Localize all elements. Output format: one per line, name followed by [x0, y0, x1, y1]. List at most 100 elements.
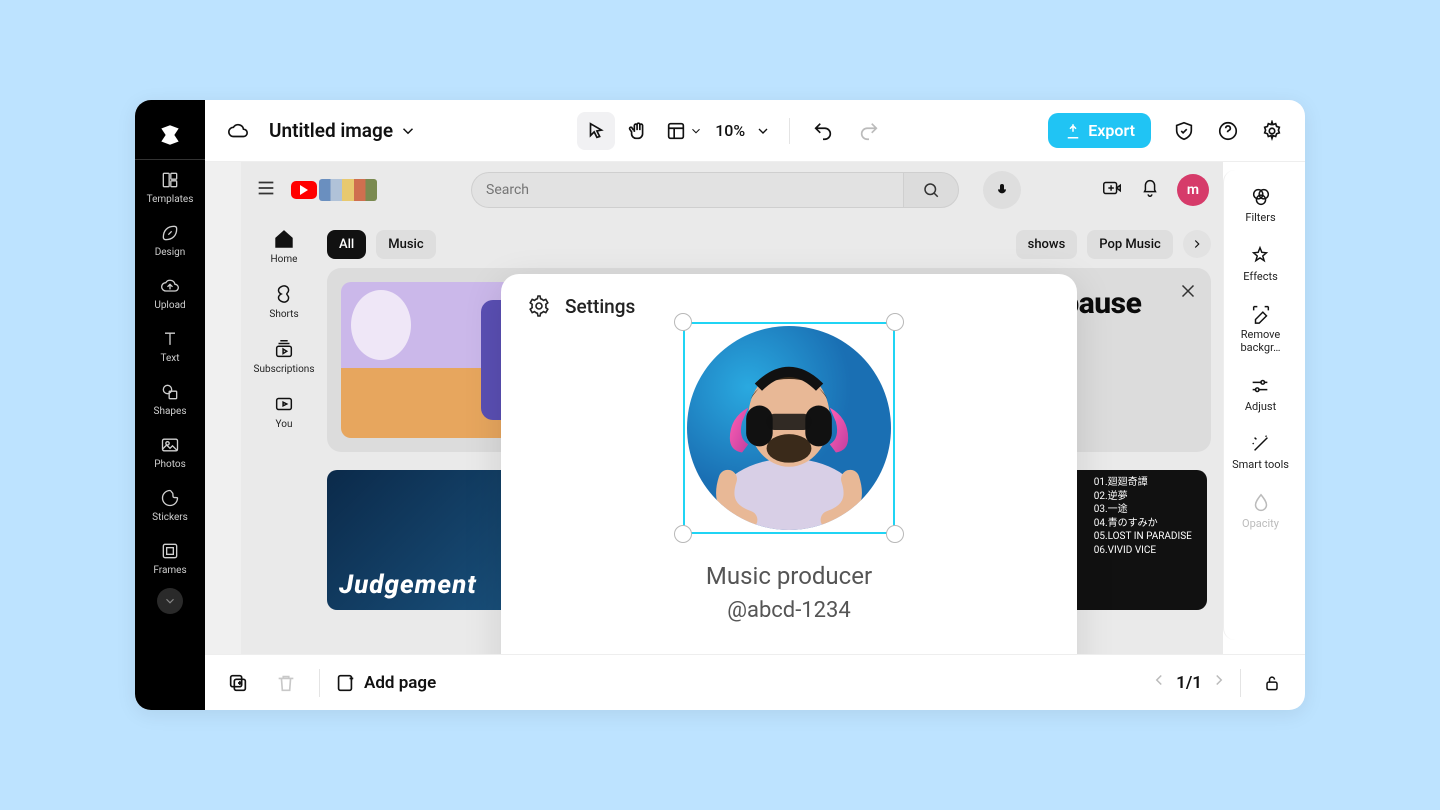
yt-search — [471, 172, 959, 208]
help-icon — [1217, 120, 1239, 142]
profile-name: Music producer — [706, 562, 872, 590]
yt-voice-search[interactable] — [983, 171, 1021, 209]
page-indicator: 1/1 — [1176, 673, 1202, 693]
rail-photos[interactable]: Photos — [135, 425, 205, 478]
rail-templates[interactable]: Templates — [135, 160, 205, 213]
rail-label: Design — [155, 247, 186, 258]
trash-icon — [275, 672, 297, 694]
yt-side-shorts[interactable]: Shorts — [269, 283, 298, 320]
export-label: Export — [1088, 121, 1135, 140]
canvas-area[interactable]: m Home Shorts Subscriptions You All — [205, 162, 1223, 654]
profile-handle: @abcd-1234 — [727, 598, 851, 623]
rail-stickers[interactable]: Stickers — [135, 478, 205, 531]
divider — [789, 118, 790, 144]
settings-card-header: Settings — [527, 294, 635, 318]
rail-more-button[interactable] — [157, 588, 183, 614]
yt-side-home[interactable]: Home — [271, 228, 298, 265]
rail-text[interactable]: Text — [135, 319, 205, 372]
yt-menu-button[interactable] — [255, 177, 277, 203]
rail-shapes[interactable]: Shapes — [135, 372, 205, 425]
help-button[interactable] — [1209, 112, 1247, 150]
yt-search-input[interactable] — [471, 172, 903, 208]
chevron-down-icon — [755, 123, 771, 139]
undo-button[interactable] — [804, 112, 842, 150]
rail-design[interactable]: Design — [135, 213, 205, 266]
rr-filters[interactable]: Filters — [1243, 180, 1277, 231]
add-page-button[interactable]: Add page — [334, 672, 436, 694]
rail-upload[interactable]: Upload — [135, 266, 205, 319]
redo-icon — [858, 120, 880, 142]
pager: 1/1 — [1150, 664, 1291, 702]
resize-handle-tr[interactable] — [886, 313, 904, 331]
redo-button[interactable] — [850, 112, 888, 150]
selection-frame — [683, 322, 895, 534]
yt-chips: All Music shows Pop Music — [327, 222, 1211, 266]
chip-popmusic[interactable]: Pop Music — [1087, 230, 1173, 259]
page-prev[interactable] — [1150, 671, 1168, 694]
rail-frames[interactable]: Frames — [135, 531, 205, 584]
duplicate-button[interactable] — [219, 664, 257, 702]
gear-icon — [527, 294, 551, 318]
main-column: Untitled image 10% — [205, 100, 1305, 710]
right-rail: Filters Effects Remove backgr… Adjust Sm… — [1223, 170, 1297, 640]
rail-label: Templates — [147, 194, 194, 205]
chevron-right-icon — [1210, 671, 1228, 689]
filters-icon — [1250, 186, 1272, 208]
chevron-left-icon — [1150, 671, 1168, 689]
settings-button[interactable] — [1253, 112, 1291, 150]
content-row: m Home Shorts Subscriptions You All — [205, 162, 1305, 654]
mic-icon — [994, 182, 1010, 198]
cursor-icon — [585, 120, 607, 142]
rr-adjust[interactable]: Adjust — [1243, 369, 1278, 420]
chip-music[interactable]: Music — [376, 230, 435, 259]
select-tool-button[interactable] — [577, 112, 615, 150]
lock-button[interactable] — [1253, 664, 1291, 702]
create-icon — [1101, 177, 1123, 199]
close-icon — [1177, 280, 1199, 302]
rr-removebg[interactable]: Remove backgr… — [1224, 297, 1297, 360]
zoom-control[interactable]: 10% — [711, 121, 775, 140]
shield-icon — [1173, 120, 1195, 142]
bottombar: Add page 1/1 — [205, 654, 1305, 710]
promo-close-button[interactable] — [1177, 280, 1199, 306]
resize-handle-tl[interactable] — [674, 313, 692, 331]
chip-shows[interactable]: shows — [1016, 230, 1078, 259]
rail-label: Upload — [154, 300, 185, 311]
yt-avatar[interactable]: m — [1177, 174, 1209, 206]
app-frame: Templates Design Upload Text Shapes Phot… — [135, 100, 1305, 710]
rr-opacity[interactable]: Opacity — [1240, 486, 1281, 537]
yt-side-subs[interactable]: Subscriptions — [254, 338, 315, 375]
yt-logo[interactable] — [291, 179, 377, 201]
add-page-label: Add page — [364, 673, 436, 693]
layout-tool-button[interactable] — [661, 112, 707, 150]
selection-box[interactable] — [683, 322, 895, 534]
cloud-icon — [227, 120, 249, 142]
yt-create-button[interactable] — [1101, 177, 1123, 203]
resize-handle-br[interactable] — [886, 525, 904, 543]
cloud-sync-button[interactable] — [219, 112, 257, 150]
effects-icon — [1249, 245, 1271, 267]
page-next[interactable] — [1210, 671, 1228, 694]
left-rail: Templates Design Upload Text Shapes Phot… — [135, 100, 205, 710]
resize-handle-bl[interactable] — [674, 525, 692, 543]
add-page-icon — [334, 672, 356, 694]
canvas-tool-group: 10% — [577, 112, 775, 150]
layout-icon — [665, 120, 687, 142]
chip-all[interactable]: All — [327, 230, 366, 259]
gear-icon — [1261, 120, 1283, 142]
app-logo[interactable] — [135, 110, 205, 160]
shield-button[interactable] — [1165, 112, 1203, 150]
yt-notifications-button[interactable] — [1139, 177, 1161, 203]
hand-tool-button[interactable] — [619, 112, 657, 150]
droplet-icon — [1250, 492, 1272, 514]
yt-side-you[interactable]: You — [273, 393, 295, 430]
yt-search-button[interactable] — [903, 172, 959, 208]
search-icon — [922, 181, 940, 199]
export-button[interactable]: Export — [1048, 113, 1151, 148]
rr-smarttools[interactable]: Smart tools — [1230, 427, 1291, 478]
chip-scroll-right[interactable] — [1183, 230, 1211, 258]
rr-effects[interactable]: Effects — [1241, 239, 1280, 290]
zoom-value: 10% — [715, 121, 745, 140]
document-title[interactable]: Untitled image — [269, 119, 417, 142]
delete-button[interactable] — [267, 664, 305, 702]
